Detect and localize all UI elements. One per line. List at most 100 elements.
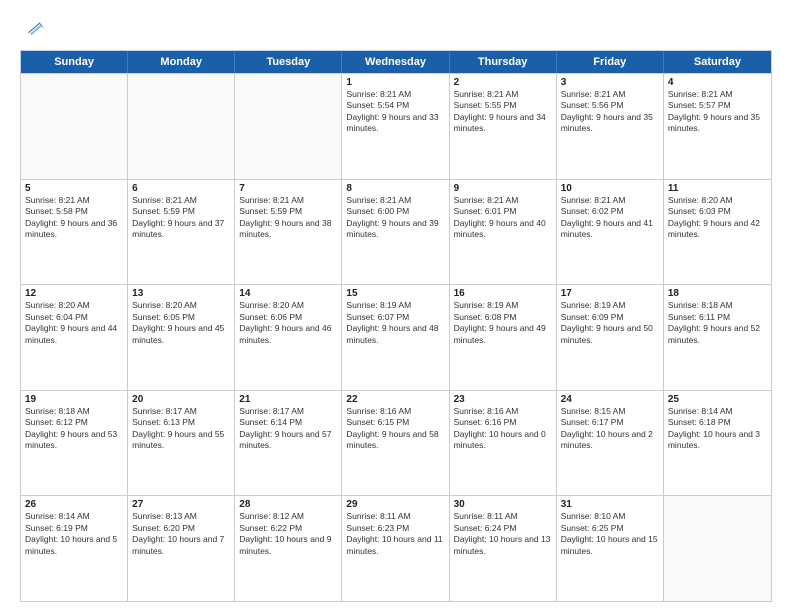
day-info: Sunrise: 8:20 AM Sunset: 6:05 PM Dayligh… (132, 300, 230, 346)
calendar-cell-1: 1Sunrise: 8:21 AM Sunset: 5:54 PM Daylig… (342, 74, 449, 179)
day-number: 31 (561, 499, 659, 510)
day-info: Sunrise: 8:21 AM Sunset: 5:55 PM Dayligh… (454, 89, 552, 135)
calendar-cell-3: 3Sunrise: 8:21 AM Sunset: 5:56 PM Daylig… (557, 74, 664, 179)
day-number: 21 (239, 394, 337, 405)
day-number: 27 (132, 499, 230, 510)
calendar-cell-20: 20Sunrise: 8:17 AM Sunset: 6:13 PM Dayli… (128, 391, 235, 496)
logo-icon (22, 16, 46, 40)
calendar-cell-11: 11Sunrise: 8:20 AM Sunset: 6:03 PM Dayli… (664, 180, 771, 285)
day-info: Sunrise: 8:20 AM Sunset: 6:06 PM Dayligh… (239, 300, 337, 346)
calendar-cell-8: 8Sunrise: 8:21 AM Sunset: 6:00 PM Daylig… (342, 180, 449, 285)
day-info: Sunrise: 8:17 AM Sunset: 6:14 PM Dayligh… (239, 406, 337, 452)
day-number: 14 (239, 288, 337, 299)
day-info: Sunrise: 8:13 AM Sunset: 6:20 PM Dayligh… (132, 511, 230, 557)
header-day-sunday: Sunday (21, 51, 128, 73)
day-number: 12 (25, 288, 123, 299)
calendar-cell-empty-4-6 (664, 496, 771, 601)
calendar-cell-25: 25Sunrise: 8:14 AM Sunset: 6:18 PM Dayli… (664, 391, 771, 496)
calendar-cell-empty-0-1 (128, 74, 235, 179)
day-number: 16 (454, 288, 552, 299)
day-info: Sunrise: 8:21 AM Sunset: 6:02 PM Dayligh… (561, 195, 659, 241)
calendar-cell-15: 15Sunrise: 8:19 AM Sunset: 6:07 PM Dayli… (342, 285, 449, 390)
day-info: Sunrise: 8:11 AM Sunset: 6:23 PM Dayligh… (346, 511, 444, 557)
calendar-cell-13: 13Sunrise: 8:20 AM Sunset: 6:05 PM Dayli… (128, 285, 235, 390)
day-number: 5 (25, 183, 123, 194)
calendar-body: 1Sunrise: 8:21 AM Sunset: 5:54 PM Daylig… (21, 73, 771, 601)
calendar-row-2: 12Sunrise: 8:20 AM Sunset: 6:04 PM Dayli… (21, 284, 771, 390)
header-day-friday: Friday (557, 51, 664, 73)
day-info: Sunrise: 8:18 AM Sunset: 6:11 PM Dayligh… (668, 300, 767, 346)
day-info: Sunrise: 8:21 AM Sunset: 5:54 PM Dayligh… (346, 89, 444, 135)
day-info: Sunrise: 8:21 AM Sunset: 5:57 PM Dayligh… (668, 89, 767, 135)
calendar-cell-12: 12Sunrise: 8:20 AM Sunset: 6:04 PM Dayli… (21, 285, 128, 390)
header-day-thursday: Thursday (450, 51, 557, 73)
day-number: 11 (668, 183, 767, 194)
day-info: Sunrise: 8:19 AM Sunset: 6:07 PM Dayligh… (346, 300, 444, 346)
day-info: Sunrise: 8:15 AM Sunset: 6:17 PM Dayligh… (561, 406, 659, 452)
day-info: Sunrise: 8:21 AM Sunset: 5:56 PM Dayligh… (561, 89, 659, 135)
calendar-cell-19: 19Sunrise: 8:18 AM Sunset: 6:12 PM Dayli… (21, 391, 128, 496)
day-info: Sunrise: 8:11 AM Sunset: 6:24 PM Dayligh… (454, 511, 552, 557)
day-info: Sunrise: 8:16 AM Sunset: 6:15 PM Dayligh… (346, 406, 444, 452)
day-number: 4 (668, 77, 767, 88)
calendar-cell-16: 16Sunrise: 8:19 AM Sunset: 6:08 PM Dayli… (450, 285, 557, 390)
calendar-cell-4: 4Sunrise: 8:21 AM Sunset: 5:57 PM Daylig… (664, 74, 771, 179)
day-number: 19 (25, 394, 123, 405)
day-number: 22 (346, 394, 444, 405)
day-number: 15 (346, 288, 444, 299)
day-info: Sunrise: 8:16 AM Sunset: 6:16 PM Dayligh… (454, 406, 552, 452)
header (20, 16, 772, 40)
header-day-monday: Monday (128, 51, 235, 73)
calendar-cell-27: 27Sunrise: 8:13 AM Sunset: 6:20 PM Dayli… (128, 496, 235, 601)
day-info: Sunrise: 8:14 AM Sunset: 6:19 PM Dayligh… (25, 511, 123, 557)
day-info: Sunrise: 8:21 AM Sunset: 5:59 PM Dayligh… (239, 195, 337, 241)
calendar-cell-10: 10Sunrise: 8:21 AM Sunset: 6:02 PM Dayli… (557, 180, 664, 285)
calendar-row-0: 1Sunrise: 8:21 AM Sunset: 5:54 PM Daylig… (21, 73, 771, 179)
day-number: 13 (132, 288, 230, 299)
page: SundayMondayTuesdayWednesdayThursdayFrid… (0, 0, 792, 612)
day-info: Sunrise: 8:18 AM Sunset: 6:12 PM Dayligh… (25, 406, 123, 452)
calendar-row-1: 5Sunrise: 8:21 AM Sunset: 5:58 PM Daylig… (21, 179, 771, 285)
day-info: Sunrise: 8:19 AM Sunset: 6:09 PM Dayligh… (561, 300, 659, 346)
day-info: Sunrise: 8:19 AM Sunset: 6:08 PM Dayligh… (454, 300, 552, 346)
day-number: 6 (132, 183, 230, 194)
day-number: 8 (346, 183, 444, 194)
calendar-cell-7: 7Sunrise: 8:21 AM Sunset: 5:59 PM Daylig… (235, 180, 342, 285)
calendar-cell-18: 18Sunrise: 8:18 AM Sunset: 6:11 PM Dayli… (664, 285, 771, 390)
day-number: 10 (561, 183, 659, 194)
day-number: 26 (25, 499, 123, 510)
day-info: Sunrise: 8:21 AM Sunset: 5:58 PM Dayligh… (25, 195, 123, 241)
day-number: 23 (454, 394, 552, 405)
day-number: 17 (561, 288, 659, 299)
calendar-cell-31: 31Sunrise: 8:10 AM Sunset: 6:25 PM Dayli… (557, 496, 664, 601)
day-number: 3 (561, 77, 659, 88)
calendar-cell-21: 21Sunrise: 8:17 AM Sunset: 6:14 PM Dayli… (235, 391, 342, 496)
day-info: Sunrise: 8:17 AM Sunset: 6:13 PM Dayligh… (132, 406, 230, 452)
day-number: 29 (346, 499, 444, 510)
calendar-row-3: 19Sunrise: 8:18 AM Sunset: 6:12 PM Dayli… (21, 390, 771, 496)
day-info: Sunrise: 8:10 AM Sunset: 6:25 PM Dayligh… (561, 511, 659, 557)
calendar-cell-23: 23Sunrise: 8:16 AM Sunset: 6:16 PM Dayli… (450, 391, 557, 496)
day-number: 28 (239, 499, 337, 510)
header-day-tuesday: Tuesday (235, 51, 342, 73)
logo (20, 16, 46, 40)
day-info: Sunrise: 8:21 AM Sunset: 5:59 PM Dayligh… (132, 195, 230, 241)
day-number: 30 (454, 499, 552, 510)
day-info: Sunrise: 8:14 AM Sunset: 6:18 PM Dayligh… (668, 406, 767, 452)
calendar-cell-empty-0-0 (21, 74, 128, 179)
day-number: 18 (668, 288, 767, 299)
calendar: SundayMondayTuesdayWednesdayThursdayFrid… (20, 50, 772, 602)
day-info: Sunrise: 8:12 AM Sunset: 6:22 PM Dayligh… (239, 511, 337, 557)
calendar-header: SundayMondayTuesdayWednesdayThursdayFrid… (21, 51, 771, 73)
calendar-cell-30: 30Sunrise: 8:11 AM Sunset: 6:24 PM Dayli… (450, 496, 557, 601)
calendar-cell-17: 17Sunrise: 8:19 AM Sunset: 6:09 PM Dayli… (557, 285, 664, 390)
calendar-row-4: 26Sunrise: 8:14 AM Sunset: 6:19 PM Dayli… (21, 495, 771, 601)
day-number: 9 (454, 183, 552, 194)
calendar-cell-26: 26Sunrise: 8:14 AM Sunset: 6:19 PM Dayli… (21, 496, 128, 601)
day-number: 1 (346, 77, 444, 88)
calendar-cell-28: 28Sunrise: 8:12 AM Sunset: 6:22 PM Dayli… (235, 496, 342, 601)
day-number: 20 (132, 394, 230, 405)
calendar-cell-2: 2Sunrise: 8:21 AM Sunset: 5:55 PM Daylig… (450, 74, 557, 179)
header-day-wednesday: Wednesday (342, 51, 449, 73)
day-number: 7 (239, 183, 337, 194)
